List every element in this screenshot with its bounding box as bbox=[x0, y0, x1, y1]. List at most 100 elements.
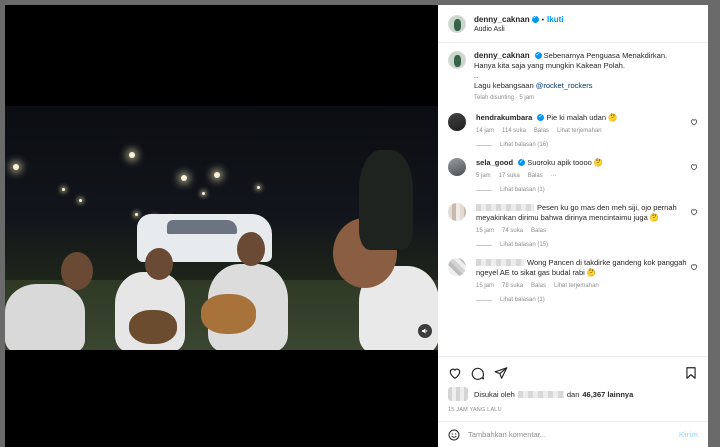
comment-item: Pesen ku go mas den meh siji, ojo pernah… bbox=[448, 203, 698, 234]
avatar[interactable] bbox=[448, 158, 466, 176]
heart-icon[interactable] bbox=[690, 263, 698, 271]
reply-button[interactable]: Balas bbox=[534, 128, 549, 134]
comment-username[interactable]: hendrakumbara bbox=[476, 113, 532, 122]
comment-likes[interactable]: 114 suka bbox=[502, 128, 526, 134]
caption-username[interactable]: denny_caknan bbox=[474, 51, 530, 60]
blurred-username[interactable] bbox=[476, 259, 524, 266]
comment-text: Wong Pancen di takdirke gandeng kok pang… bbox=[527, 258, 687, 267]
author-username[interactable]: denny_caknan bbox=[474, 15, 530, 24]
view-replies-label: Lihat balasan (1) bbox=[500, 297, 545, 303]
street-light bbox=[62, 188, 65, 191]
reply-button[interactable]: Balas bbox=[531, 283, 546, 289]
view-replies-button[interactable]: Lihat balasan (16) bbox=[476, 142, 698, 148]
media-area bbox=[5, 5, 438, 447]
comment-likes[interactable]: 78 suka bbox=[502, 283, 523, 289]
person-head bbox=[237, 232, 265, 266]
likes-count[interactable]: 46,367 lainnya bbox=[582, 390, 633, 399]
more-options-icon[interactable]: ··· bbox=[551, 173, 557, 179]
heart-icon[interactable] bbox=[690, 163, 698, 171]
add-comment-bar: Kirim bbox=[438, 421, 708, 447]
reply-button[interactable]: Balas bbox=[528, 173, 543, 179]
view-replies-label: Lihat balasan (15) bbox=[500, 242, 549, 248]
audio-label[interactable]: Audio Asli bbox=[474, 26, 563, 33]
translate-button[interactable]: Lihat terjemahan bbox=[557, 128, 602, 134]
reply-button[interactable]: Balas bbox=[531, 228, 546, 234]
comment-item: hendrakumbara Pie ki malah udan 🤔 14 jam… bbox=[448, 112, 698, 134]
street-light bbox=[181, 175, 187, 181]
standing-person bbox=[359, 150, 413, 250]
comment-text: ngeyel AE to sikat gas budal rabi 🤔 bbox=[476, 268, 597, 277]
liker-avatars[interactable] bbox=[448, 387, 468, 401]
caption-line: .. bbox=[474, 71, 479, 80]
follow-button[interactable]: Ikuti bbox=[547, 15, 563, 24]
caption-line: Hanya kita saja yang mungkin Kakean Pola… bbox=[474, 61, 625, 70]
comment-bubble-icon[interactable] bbox=[471, 366, 485, 380]
comment-item: sela_good Suoroku apik toooo 🤔 5 jam 17 … bbox=[448, 157, 698, 179]
replies-line bbox=[476, 189, 492, 191]
bookmark-icon[interactable] bbox=[684, 366, 698, 380]
share-send-icon[interactable] bbox=[494, 366, 508, 380]
avatar[interactable] bbox=[448, 14, 466, 33]
caption-line: Sebenarnya Penguasa Menakdirkan. bbox=[543, 51, 668, 60]
view-replies-label: Lihat balasan (1) bbox=[500, 187, 545, 193]
comment-text: meyakinkan dirimu bahwa dirinya mencinta… bbox=[476, 213, 660, 222]
comment-text: Suoroku apik toooo 🤔 bbox=[527, 158, 604, 167]
avatar[interactable] bbox=[448, 113, 466, 131]
person-head bbox=[145, 248, 173, 280]
replies-line bbox=[476, 244, 492, 246]
likes-and-label: dan bbox=[566, 389, 580, 399]
comment-input[interactable] bbox=[468, 430, 679, 439]
comment-time[interactable]: 14 jam bbox=[476, 128, 494, 134]
like-heart-icon[interactable] bbox=[448, 366, 462, 380]
verified-icon bbox=[537, 112, 545, 122]
replies-line bbox=[476, 299, 492, 301]
comments-list[interactable]: denny_caknan Sebenarnya Penguasa Menakdi… bbox=[438, 43, 708, 356]
comment-likes[interactable]: 74 suka bbox=[502, 228, 523, 234]
comment-item: Wong Pancen di takdirke gandeng kok pang… bbox=[448, 258, 698, 289]
action-bar bbox=[448, 365, 698, 381]
translate-button[interactable]: Lihat terjemahan bbox=[554, 283, 599, 289]
comment-text: Pesen ku go mas den meh siji, ojo pernah bbox=[537, 203, 677, 212]
street-light bbox=[129, 152, 135, 158]
post-comment-button[interactable]: Kirim bbox=[679, 430, 698, 439]
street-light bbox=[202, 192, 205, 195]
video-player[interactable] bbox=[5, 106, 438, 350]
verified-icon bbox=[534, 50, 542, 60]
verified-icon bbox=[518, 157, 526, 167]
blurred-liker-name[interactable] bbox=[517, 390, 564, 398]
post-header: denny_caknan •Ikuti Audio Asli bbox=[438, 5, 708, 43]
street-light bbox=[214, 172, 220, 178]
post-modal: denny_caknan •Ikuti Audio Asli denny_cakn… bbox=[5, 5, 708, 447]
separator-dot: • bbox=[541, 16, 545, 24]
caption-song-label: Lagu kebangsaan bbox=[474, 81, 534, 90]
view-replies-button[interactable]: Lihat balasan (1) bbox=[476, 187, 698, 193]
avatar[interactable] bbox=[448, 203, 466, 221]
emoji-icon[interactable] bbox=[448, 429, 460, 441]
post-actions-area: Disukai oleh dan 46,367 lainnya 15 JAM Y… bbox=[438, 356, 708, 413]
view-replies-button[interactable]: Lihat balasan (1) bbox=[476, 297, 698, 303]
mention-link[interactable]: @rocket_rockers bbox=[536, 81, 593, 90]
comment-time[interactable]: 15 jam bbox=[476, 283, 494, 289]
comment-time[interactable]: 15 jam bbox=[476, 228, 494, 234]
comment-time[interactable]: 5 jam bbox=[476, 173, 491, 179]
blurred-username[interactable] bbox=[476, 204, 534, 211]
view-replies-button[interactable]: Lihat balasan (15) bbox=[476, 242, 698, 248]
mute-button[interactable] bbox=[418, 324, 432, 338]
street-light bbox=[79, 199, 82, 202]
post-panel: denny_caknan •Ikuti Audio Asli denny_cakn… bbox=[438, 5, 708, 447]
view-replies-label: Lihat balasan (16) bbox=[500, 142, 549, 148]
street-light bbox=[257, 186, 260, 189]
person-left bbox=[5, 284, 85, 350]
comment-likes[interactable]: 17 suka bbox=[499, 173, 520, 179]
avatar[interactable] bbox=[448, 258, 466, 276]
avatar[interactable] bbox=[448, 51, 466, 69]
heart-icon[interactable] bbox=[690, 208, 698, 216]
heart-icon[interactable] bbox=[690, 118, 698, 126]
post-time[interactable]: 15 JAM YANG LALU bbox=[448, 407, 698, 413]
liked-by-label: Disukai oleh bbox=[474, 389, 515, 399]
person-head bbox=[61, 252, 93, 290]
replies-line bbox=[476, 144, 492, 146]
street-light bbox=[135, 213, 138, 216]
comment-username[interactable]: sela_good bbox=[476, 158, 513, 167]
likes-summary: Disukai oleh dan 46,367 lainnya bbox=[448, 387, 698, 401]
